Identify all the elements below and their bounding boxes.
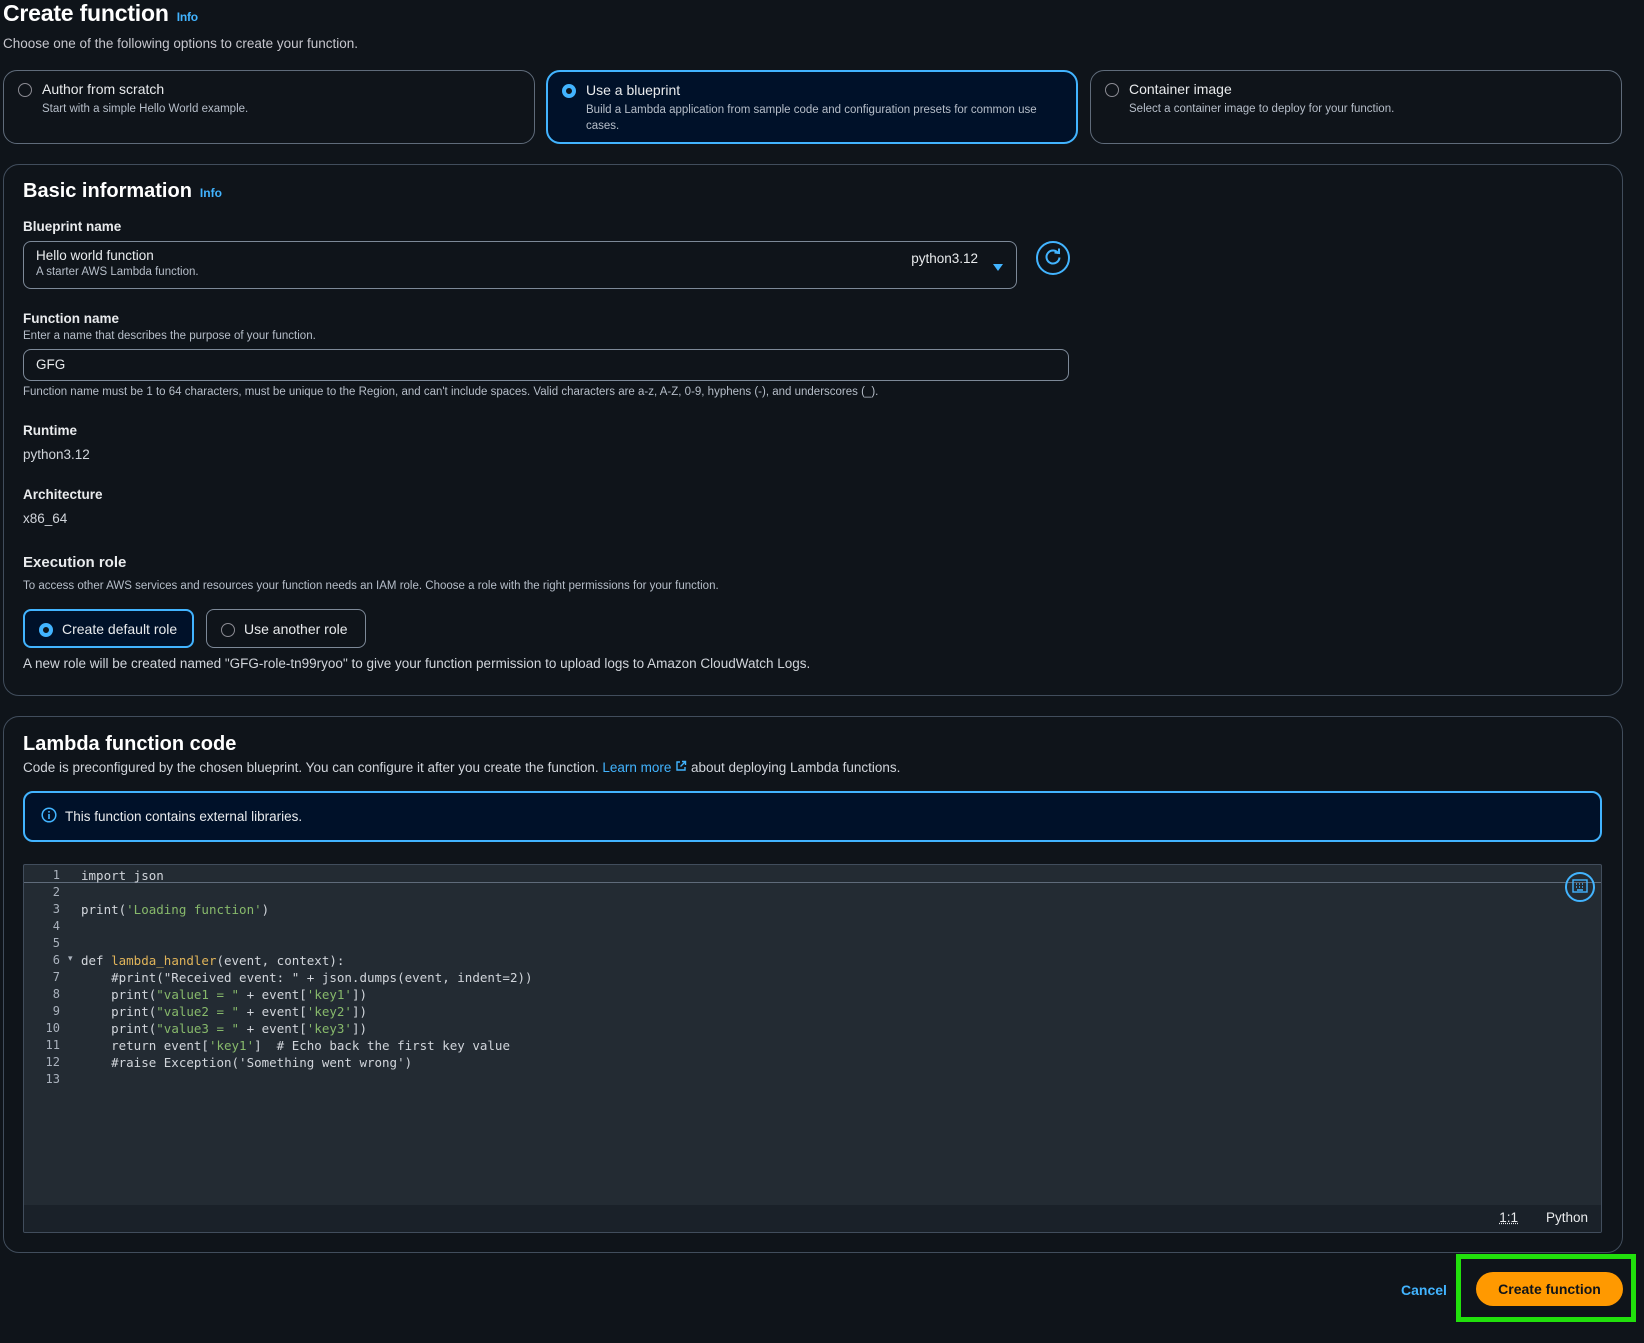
code-line[interactable]: return event['key1'] # Echo back the fir…: [81, 1037, 533, 1054]
code-line[interactable]: #print("Received event: " + json.dumps(e…: [81, 969, 532, 986]
line-number-gutter: 1 2 3 4 5 6 7 8 9 10 11 12 13: [24, 867, 72, 1088]
editor-status-bar: 1:1 Python: [24, 1205, 1601, 1232]
line-number: 13: [45, 1072, 60, 1086]
code-line[interactable]: def lambda_handler(event, context):: [81, 952, 533, 969]
cancel-button[interactable]: Cancel: [1401, 1282, 1447, 1298]
function-name-label: Function name: [23, 311, 120, 326]
alert-text: This function contains external librarie…: [65, 809, 303, 824]
use-another-role-option[interactable]: Use another role: [206, 609, 366, 648]
basic-information-heading: Basic information Info: [23, 180, 222, 203]
function-name-input[interactable]: GFG: [23, 349, 1069, 381]
external-link-icon: [675, 760, 687, 775]
line-number: 9: [52, 1004, 60, 1018]
cursor-position[interactable]: 1:1: [1499, 1210, 1518, 1225]
page-subtitle: Choose one of the following options to c…: [3, 36, 358, 51]
refresh-button[interactable]: [1036, 241, 1070, 275]
lambda-code-description: Code is preconfigured by the chosen blue…: [23, 760, 900, 775]
code-desc-after: about deploying Lambda functions.: [690, 760, 901, 775]
blueprint-runtime-tag: python3.12: [911, 251, 978, 266]
line-number: 8: [52, 987, 60, 1001]
fold-toggle-icon[interactable]: ▾: [68, 953, 73, 964]
learn-more-link[interactable]: Learn more: [602, 760, 687, 775]
code-line[interactable]: #raise Exception('Something went wrong'): [81, 1054, 533, 1071]
learn-more-text: Learn more: [602, 760, 672, 775]
line-number: 11: [45, 1038, 60, 1052]
page-title: Create function Info: [3, 0, 198, 27]
blueprint-select[interactable]: Hello world function A starter AWS Lambd…: [23, 241, 1017, 289]
create-default-role-label: Create default role: [62, 620, 178, 637]
option-author-from-scratch[interactable]: Author from scratch Start with a simple …: [3, 70, 535, 144]
line-number: 10: [45, 1021, 60, 1035]
function-name-hint: Enter a name that describes the purpose …: [23, 330, 316, 342]
create-function-button[interactable]: Create function: [1476, 1272, 1623, 1306]
refresh-icon: [1043, 247, 1063, 270]
radio-container-image[interactable]: [1105, 83, 1119, 97]
code-line[interactable]: print('Loading function'): [81, 901, 533, 918]
execution-role-label: Execution role: [23, 554, 127, 571]
blueprint-select-description: A starter AWS Lambda function.: [36, 266, 199, 278]
radio-use-another-role[interactable]: [221, 622, 235, 637]
code-line[interactable]: [81, 935, 533, 952]
use-another-role-label: Use another role: [244, 620, 348, 637]
architecture-value: x86_64: [23, 511, 68, 526]
radio-use-a-blueprint[interactable]: [562, 84, 576, 98]
line-number: 1: [52, 868, 60, 882]
code-line[interactable]: [81, 1071, 533, 1088]
line-number: 5: [52, 936, 60, 950]
code-desc-before: Code is preconfigured by the chosen blue…: [23, 760, 599, 775]
lambda-code-heading: Lambda function code: [23, 733, 237, 755]
code-line[interactable]: print("value3 = " + event['key3']): [81, 1020, 533, 1037]
line-number: 2: [52, 885, 60, 899]
create-default-role-option[interactable]: Create default role: [23, 609, 194, 648]
option-title: Author from scratch: [42, 81, 165, 97]
option-description: Build a Lambda application from sample c…: [586, 104, 1037, 132]
architecture-label: Architecture: [23, 487, 103, 502]
info-circle-icon: [41, 807, 57, 826]
function-name-constraint: Function name must be 1 to 64 characters…: [23, 386, 879, 398]
line-number: 3: [52, 902, 60, 916]
line-number: 6: [52, 953, 60, 967]
option-title: Use a blueprint: [586, 82, 681, 98]
blueprint-select-value: Hello world function: [36, 248, 154, 263]
keyboard-shortcuts-button[interactable]: [1565, 872, 1595, 902]
execution-role-hint: To access other AWS services and resourc…: [23, 580, 719, 592]
title-info-link[interactable]: Info: [177, 10, 198, 24]
code-area[interactable]: 1 2 3 4 5 6 7 8 9 10 11 12 13 ▾ import json print('Lo…: [24, 867, 1601, 1167]
keyboard-icon: [1572, 878, 1588, 896]
code-line[interactable]: print("value1 = " + event['key1']): [81, 986, 533, 1003]
basic-info-link[interactable]: Info: [200, 186, 222, 200]
line-number: 12: [45, 1055, 60, 1069]
caret-down-icon: [992, 260, 1004, 275]
radio-author-from-scratch[interactable]: [18, 83, 32, 97]
runtime-value: python3.12: [23, 447, 90, 462]
option-description: Start with a simple Hello World example.: [42, 103, 249, 115]
option-description: Select a container image to deploy for y…: [1129, 103, 1395, 115]
basic-information-heading-text: Basic information: [23, 180, 192, 202]
code-line[interactable]: [81, 884, 533, 901]
option-title: Container image: [1129, 81, 1232, 97]
role-note: A new role will be created named "GFG-ro…: [23, 656, 811, 671]
code-editor[interactable]: 1 2 3 4 5 6 7 8 9 10 11 12 13 ▾ import json print('Lo…: [23, 864, 1602, 1233]
blueprint-name-label: Blueprint name: [23, 219, 122, 234]
language-indicator[interactable]: Python: [1546, 1210, 1588, 1225]
code-content[interactable]: import json print('Loading function') def …: [81, 867, 533, 1088]
code-line[interactable]: import json: [81, 867, 533, 884]
radio-create-default-role[interactable]: [39, 622, 53, 637]
runtime-label: Runtime: [23, 423, 77, 438]
page-title-text: Create function: [3, 0, 169, 26]
code-line[interactable]: print("value2 = " + event['key2']): [81, 1003, 533, 1020]
option-use-a-blueprint[interactable]: Use a blueprint Build a Lambda applicati…: [546, 70, 1078, 144]
line-number: 7: [52, 970, 60, 984]
line-number: 4: [52, 919, 60, 933]
external-libraries-alert: This function contains external librarie…: [23, 791, 1602, 842]
code-line[interactable]: [81, 918, 533, 935]
option-container-image[interactable]: Container image Select a container image…: [1090, 70, 1622, 144]
